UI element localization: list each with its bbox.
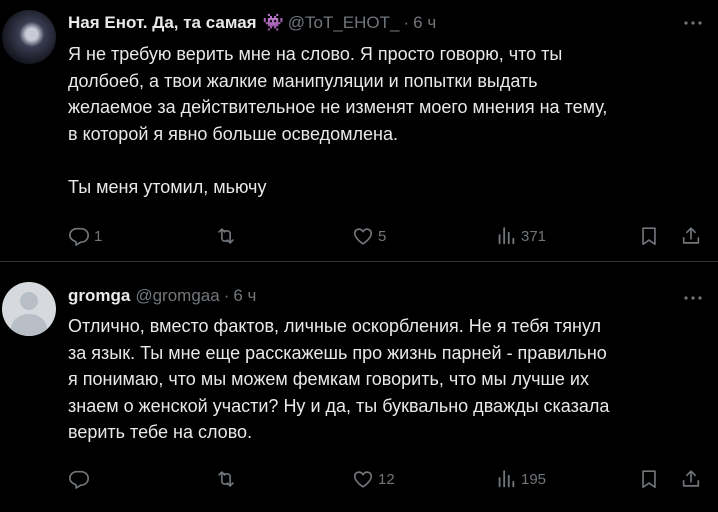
like-button[interactable]: 12 (352, 466, 395, 492)
bookmark-icon (642, 227, 656, 246)
tweet[interactable]: Ная Енот. Да, та самая 👾 @ToT_EHOT_ · 6 … (0, 0, 718, 262)
tweet-header: Ная Енот. Да, та самая 👾 @ToT_EHOT_ · 6 … (68, 12, 436, 34)
avatar[interactable] (2, 282, 56, 336)
bookmark-button[interactable] (638, 466, 660, 492)
action-bar: 12 195 (0, 466, 718, 492)
reply-icon (69, 470, 89, 489)
views-icon (498, 227, 515, 245)
share-icon (682, 227, 700, 244)
bookmark-icon (642, 470, 656, 489)
share-button[interactable] (680, 223, 702, 249)
separator-dot: · (403, 13, 410, 32)
author-name[interactable]: Ная Енот. Да, та самая (68, 13, 257, 33)
author-handle[interactable]: @gromgaa (135, 286, 219, 306)
reply-count: 1 (94, 227, 103, 245)
more-icon[interactable] (682, 287, 704, 309)
avatar[interactable] (2, 10, 56, 64)
avatar-body (11, 314, 47, 336)
views-count: 371 (521, 227, 547, 245)
author-name[interactable]: gromga (68, 286, 130, 306)
share-button[interactable] (680, 466, 702, 492)
timestamp[interactable]: 6 ч (413, 13, 436, 33)
avatar-head (20, 292, 38, 310)
views-count: 195 (521, 470, 547, 488)
views-button[interactable]: 371 (495, 223, 546, 249)
like-count: 12 (378, 470, 395, 488)
share-icon (682, 470, 700, 487)
like-button[interactable]: 5 (352, 223, 386, 249)
retweet-icon (218, 228, 234, 244)
tweet-header: gromga @gromgaa · 6 ч (68, 285, 256, 307)
views-button[interactable]: 195 (495, 466, 546, 492)
reply-button[interactable]: 1 (68, 223, 102, 249)
more-icon[interactable] (682, 12, 704, 34)
like-icon (353, 471, 373, 488)
retweet-button[interactable] (215, 466, 241, 492)
reply-icon (69, 227, 89, 246)
reply-button[interactable] (68, 466, 94, 492)
like-icon (353, 228, 373, 245)
bookmark-button[interactable] (638, 223, 660, 249)
separator-dot: · (223, 286, 230, 305)
like-count: 5 (378, 227, 387, 245)
tweet-text: Я не требую верить мне на слово. Я прост… (68, 44, 608, 197)
tweet-text: Отлично, вместо фактов, личные оскорблен… (68, 316, 610, 442)
retweet-button[interactable] (215, 223, 241, 249)
author-handle[interactable]: @ToT_EHOT_ (288, 13, 400, 33)
alien-monster-emoji-icon: 👾 (262, 13, 284, 32)
retweet-icon (218, 471, 234, 487)
views-icon (498, 470, 515, 488)
tweet[interactable]: gromga @gromgaa · 6 ч Отлично, вместо фа… (0, 263, 718, 512)
action-bar: 1 5 371 (0, 223, 718, 249)
timestamp[interactable]: 6 ч (233, 286, 256, 306)
